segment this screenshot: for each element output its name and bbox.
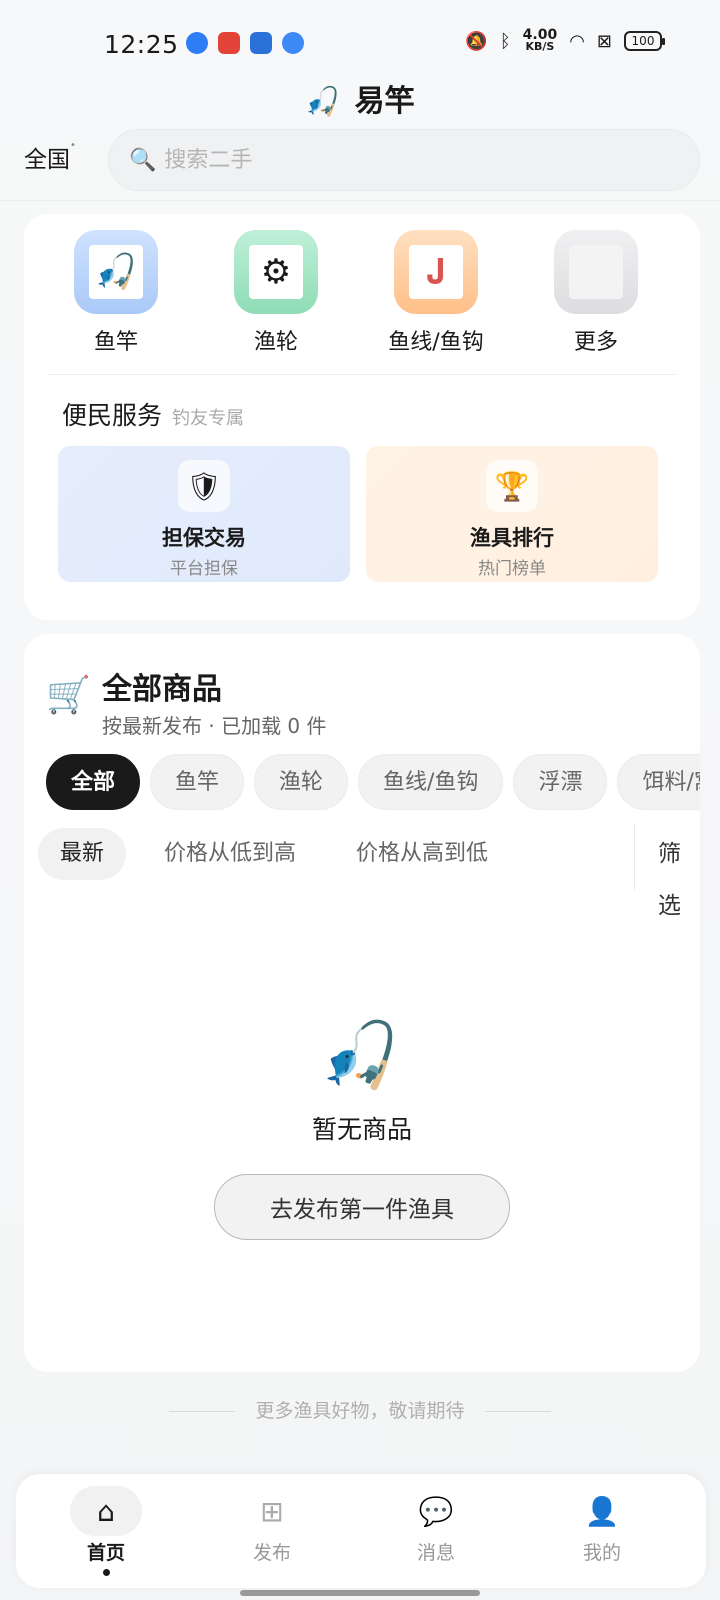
status-bar: 12:25 🔕 ᛒ 4.00 KB/S ◠ ⊠ 100 <box>0 0 720 88</box>
cloud-app-icon <box>282 32 304 54</box>
search-input[interactable] <box>164 147 585 173</box>
service-name: 担保交易 <box>162 526 246 550</box>
category-label: 渔轮 <box>253 330 298 355</box>
sort-price-asc[interactable]: 价格从低到高 <box>164 828 296 880</box>
notification-app-icons <box>186 32 304 54</box>
service-desc: 平台担保 <box>170 559 238 579</box>
nav-publish[interactable]: ⊞ 发布 <box>192 1474 352 1588</box>
category-row: 🎣 鱼竿 ⚙ 渔轮 𝐉 鱼线/鱼钩 更多 <box>24 230 700 356</box>
plus-square-icon: ⊞ <box>260 1494 284 1528</box>
service-section-subtitle: 钓友专属 <box>172 408 244 429</box>
sort-bar: 最新 价格从低到高 价格从高到低 筛选 <box>38 824 700 919</box>
category-filter-chips: 全部鱼竿渔轮鱼线/鱼钩浮漂饵料/窝 <box>46 754 700 814</box>
footer-note-text: 更多渔具好物，敬请期待 <box>255 1400 465 1422</box>
chat-bubble-icon: 💬 <box>418 1494 454 1528</box>
shopping-cart-icon: 🛒 <box>46 675 91 716</box>
filter-button[interactable]: 筛选 <box>658 828 700 919</box>
app-title: 🎣 易竿 <box>0 76 720 120</box>
category-label: 更多 <box>573 330 618 355</box>
ranking-service-card[interactable]: 🏆 渔具排行 热门榜单 <box>366 446 658 582</box>
chip-float[interactable]: 浮漂 <box>513 754 608 810</box>
fishing-empty-icon: 🎣 <box>320 1019 400 1093</box>
escrow-service-card[interactable]: 🛡 担保交易 平台担保 <box>58 446 350 582</box>
sort-divider <box>634 824 635 890</box>
nav-label: 消息 <box>416 1542 455 1564</box>
nav-profile[interactable]: 👤 我的 <box>522 1474 682 1588</box>
sort-newest[interactable]: 最新 <box>38 828 127 880</box>
battery-level: 100 <box>631 34 655 48</box>
nav-label: 首页 <box>86 1542 125 1564</box>
category-line-hook[interactable]: 𝐉 鱼线/鱼钩 <box>356 230 516 356</box>
chevron-down-icon: • <box>70 140 76 151</box>
products-card: 🛒 全部商品 按最新发布 · 已加载 0 件 全部鱼竿渔轮鱼线/鱼钩浮漂饵料/窝… <box>24 634 700 1372</box>
chip-bait[interactable]: 饵料/窝 <box>617 754 700 810</box>
service-name: 渔具排行 <box>470 526 554 550</box>
home-indicator[interactable] <box>240 1590 480 1596</box>
user-icon: 👤 <box>584 1494 620 1528</box>
region-selector[interactable]: 全国• <box>24 140 76 174</box>
chip-all[interactable]: 全部 <box>46 754 141 810</box>
shield-icon: 🛡 <box>178 460 230 512</box>
region-label: 全国 <box>24 147 70 173</box>
header-divider <box>0 200 720 201</box>
service-section-title: 便民服务 <box>62 401 163 430</box>
chip-rod[interactable]: 鱼竿 <box>150 754 245 810</box>
more-icon <box>554 230 638 314</box>
fishing-rod-icon: 🎣 <box>305 85 341 118</box>
chip-line-hook[interactable]: 鱼线/鱼钩 <box>358 754 504 810</box>
app-page: 12:25 🔕 ᛒ 4.00 KB/S ◠ ⊠ 100 🎣 易竿 全国• 🔍 搜… <box>0 0 720 1600</box>
net-speed-unit: KB/S <box>525 40 555 53</box>
nav-label: 发布 <box>252 1542 291 1564</box>
net-speed: 4.00 KB/S <box>523 28 558 53</box>
active-indicator-dot <box>102 1569 110 1576</box>
app-notification-icon <box>186 32 208 54</box>
nav-home[interactable]: ⌂ 首页 <box>26 1474 186 1588</box>
products-subtitle: 按最新发布 · 已加载 0 件 <box>102 714 327 738</box>
empty-state-text: 暂无商品 <box>311 1115 412 1144</box>
sort-price-desc[interactable]: 价格从高到低 <box>356 828 488 880</box>
category-label: 鱼线/鱼钩 <box>388 330 484 355</box>
rod-icon: 🎣 <box>74 230 158 314</box>
reel-icon: ⚙ <box>234 230 318 314</box>
section-divider <box>48 374 676 375</box>
category-reel[interactable]: ⚙ 渔轮 <box>196 230 356 356</box>
app-title-text: 易竿 <box>354 84 415 119</box>
system-icons: 🔕 ᛒ 4.00 KB/S ◠ ⊠ 100 <box>465 28 665 53</box>
category-more[interactable]: 更多 <box>516 230 676 356</box>
publish-first-item-button[interactable]: 去发布第一件渔具 <box>214 1174 510 1240</box>
hook-icon: 𝐉 <box>394 230 478 314</box>
mute-bell-icon: 🔕 <box>465 30 488 52</box>
nav-messages[interactable]: 💬 消息 <box>356 1474 516 1588</box>
footer-line-left <box>169 1411 236 1412</box>
battery-icon: 100 <box>624 31 665 51</box>
service-desc: 热门榜单 <box>478 559 546 579</box>
wifi-icon: ◠ <box>569 30 585 52</box>
bluetooth-icon: ᛒ <box>499 30 511 52</box>
nav-label: 我的 <box>582 1542 621 1564</box>
trophy-icon: 🏆 <box>486 460 538 512</box>
category-card: 🎣 鱼竿 ⚙ 渔轮 𝐉 鱼线/鱼钩 更多 便民服务 钓友专属 🛡 担保交易 平台… <box>24 214 700 620</box>
bottom-nav: ⌂ 首页 ⊞ 发布 💬 消息 👤 我的 <box>16 1474 706 1588</box>
video-app-icon <box>218 32 240 54</box>
chip-reel[interactable]: 渔轮 <box>254 754 349 810</box>
home-icon: ⌂ <box>70 1486 142 1536</box>
status-time: 12:25 <box>104 30 179 59</box>
search-icon: 🔍 <box>129 147 157 173</box>
footer-line-right <box>484 1411 551 1412</box>
search-bar[interactable]: 🔍 <box>108 129 700 191</box>
products-title: 全部商品 <box>102 672 222 707</box>
sim-off-icon: ⊠ <box>596 30 612 52</box>
category-label: 鱼竿 <box>93 330 138 355</box>
category-rod[interactable]: 🎣 鱼竿 <box>36 230 196 356</box>
lock-app-icon <box>250 32 272 54</box>
footer-note: 更多渔具好物，敬请期待 <box>0 1396 720 1423</box>
